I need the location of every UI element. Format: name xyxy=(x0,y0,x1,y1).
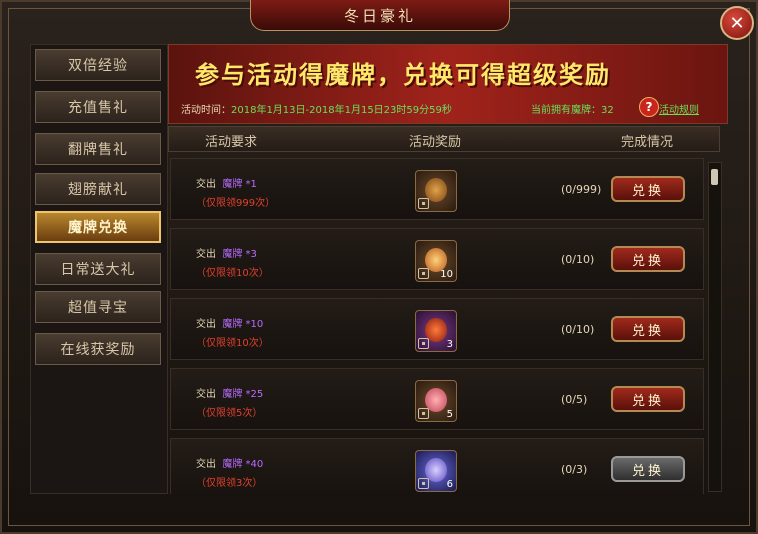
requirement-text: 交出 魔牌 *3 xyxy=(196,245,257,260)
lock-icon: ▪ xyxy=(418,268,429,279)
requirement-text: 交出 魔牌 *1 xyxy=(196,175,257,190)
column-requirement: 活动要求 xyxy=(205,135,258,150)
exchange-row: 交出 魔牌 *1 （仅限领999次） ▪ (0/999) 兑换 xyxy=(170,158,704,220)
close-button[interactable]: ✕ xyxy=(720,6,754,40)
scrollbar-thumb[interactable] xyxy=(711,169,718,185)
exchange-list: 交出 魔牌 *1 （仅限领999次） ▪ (0/999) 兑换 交出 魔牌 *3… xyxy=(168,156,708,494)
title-bar: 冬日豪礼 xyxy=(250,0,510,31)
progress-text: (0/10) xyxy=(561,323,595,336)
exchange-button[interactable]: 兑换 xyxy=(611,176,685,202)
requirement-text: 交出 魔牌 *10 xyxy=(196,315,263,330)
owned-cards-label: 当前拥有魔牌： xyxy=(531,105,601,116)
reward-item-icon[interactable]: ▪ 10 xyxy=(415,240,457,282)
help-icon[interactable]: ? xyxy=(639,97,659,117)
requirement-limit: （仅限领999次） xyxy=(196,198,276,209)
exchange-row: 交出 魔牌 *40 （仅限领3次） ▪ 6 (0/3) 兑换 xyxy=(170,438,704,494)
event-banner: 参与活动得魔牌，兑换可得超级奖励 活动时间：2018年1月13日-2018年1月… xyxy=(168,44,728,124)
progress-text: (0/5) xyxy=(561,393,588,406)
column-reward: 活动奖励 xyxy=(409,135,462,150)
sidebar-item-recharge[interactable]: 充值售礼 xyxy=(35,91,161,123)
progress-text: (0/10) xyxy=(561,253,595,266)
reward-quantity: 10 xyxy=(440,269,453,280)
progress-text: (0/3) xyxy=(561,463,588,476)
event-time-value: 2018年1月13日-2018年1月15日23时59分59秒 xyxy=(231,105,452,116)
progress-text: (0/999) xyxy=(561,183,602,196)
lock-icon: ▪ xyxy=(418,408,429,419)
sidebar-item-flip-card[interactable]: 翻牌售礼 xyxy=(35,133,161,165)
requirement-limit: （仅限领10次） xyxy=(196,268,269,279)
exchange-row: 交出 魔牌 *25 （仅限领5次） ▪ 5 (0/5) 兑换 xyxy=(170,368,704,430)
sidebar-item-card-exchange[interactable]: 魔牌兑换 xyxy=(35,211,161,243)
column-status: 完成情况 xyxy=(621,135,674,150)
requirement-item: 魔牌 xyxy=(222,459,243,470)
reward-quantity: 6 xyxy=(446,479,453,490)
requirement-prefix: 交出 xyxy=(196,389,216,400)
requirement-text: 交出 魔牌 *40 xyxy=(196,455,263,470)
requirement-item: 魔牌 xyxy=(222,179,243,190)
requirement-prefix: 交出 xyxy=(196,319,216,330)
owned-cards-value: 32 xyxy=(601,105,614,116)
sidebar-item-double-exp[interactable]: 双倍经验 xyxy=(35,49,161,81)
requirement-prefix: 交出 xyxy=(196,249,216,260)
requirement-limit: （仅限领3次） xyxy=(196,478,263,489)
sidebar-item-wings[interactable]: 翅膀献礼 xyxy=(35,173,161,205)
requirement-prefix: 交出 xyxy=(196,459,216,470)
requirement-limit: （仅限领10次） xyxy=(196,338,269,349)
sidebar-item-daily-gift[interactable]: 日常送大礼 xyxy=(35,253,161,285)
requirement-count: *40 xyxy=(245,459,264,470)
reward-item-icon[interactable]: ▪ 5 xyxy=(415,380,457,422)
requirement-count: *25 xyxy=(245,389,264,400)
banner-headline: 参与活动得魔牌，兑换可得超级奖励 xyxy=(195,60,611,89)
requirement-item: 魔牌 xyxy=(222,249,243,260)
sidebar-item-online-reward[interactable]: 在线获奖励 xyxy=(35,333,161,365)
event-time-label: 活动时间： xyxy=(181,105,231,116)
requirement-item: 魔牌 xyxy=(222,389,243,400)
requirement-prefix: 交出 xyxy=(196,179,216,190)
lock-icon: ▪ xyxy=(418,198,429,209)
owned-cards: 当前拥有魔牌：32 xyxy=(531,101,614,116)
reward-item-icon[interactable]: ▪ xyxy=(415,170,457,212)
close-icon: ✕ xyxy=(729,12,745,34)
reward-quantity: 5 xyxy=(446,409,453,420)
lock-icon: ▪ xyxy=(418,338,429,349)
list-scrollbar[interactable] xyxy=(708,162,722,492)
exchange-row: 交出 魔牌 *10 （仅限领10次） ▪ 3 (0/10) 兑换 xyxy=(170,298,704,360)
reward-item-icon[interactable]: ▪ 3 xyxy=(415,310,457,352)
requirement-limit: （仅限领5次） xyxy=(196,408,263,419)
requirement-count: *3 xyxy=(245,249,257,260)
column-header: 活动要求 活动奖励 完成情况 xyxy=(168,126,720,152)
requirement-item: 魔牌 xyxy=(222,319,243,330)
exchange-button[interactable]: 兑换 xyxy=(611,386,685,412)
sidebar: 双倍经验 充值售礼 翻牌售礼 翅膀献礼 魔牌兑换 日常送大礼 超值寻宝 在线获奖… xyxy=(30,44,168,494)
exchange-button[interactable]: 兑换 xyxy=(611,316,685,342)
lock-icon: ▪ xyxy=(418,478,429,489)
sidebar-item-treasure[interactable]: 超值寻宝 xyxy=(35,291,161,323)
event-time: 活动时间：2018年1月13日-2018年1月15日23时59分59秒 xyxy=(181,101,452,116)
requirement-text: 交出 魔牌 *25 xyxy=(196,385,263,400)
requirement-count: *1 xyxy=(245,179,257,190)
rules-link[interactable]: 活动规则 xyxy=(659,101,699,116)
window-title: 冬日豪礼 xyxy=(343,6,416,25)
exchange-button[interactable]: 兑换 xyxy=(611,246,685,272)
requirement-count: *10 xyxy=(245,319,264,330)
exchange-row: 交出 魔牌 *3 （仅限领10次） ▪ 10 (0/10) 兑换 xyxy=(170,228,704,290)
reward-quantity: 3 xyxy=(446,339,453,350)
reward-item-icon[interactable]: ▪ 6 xyxy=(415,450,457,492)
exchange-button[interactable]: 兑换 xyxy=(611,456,685,482)
